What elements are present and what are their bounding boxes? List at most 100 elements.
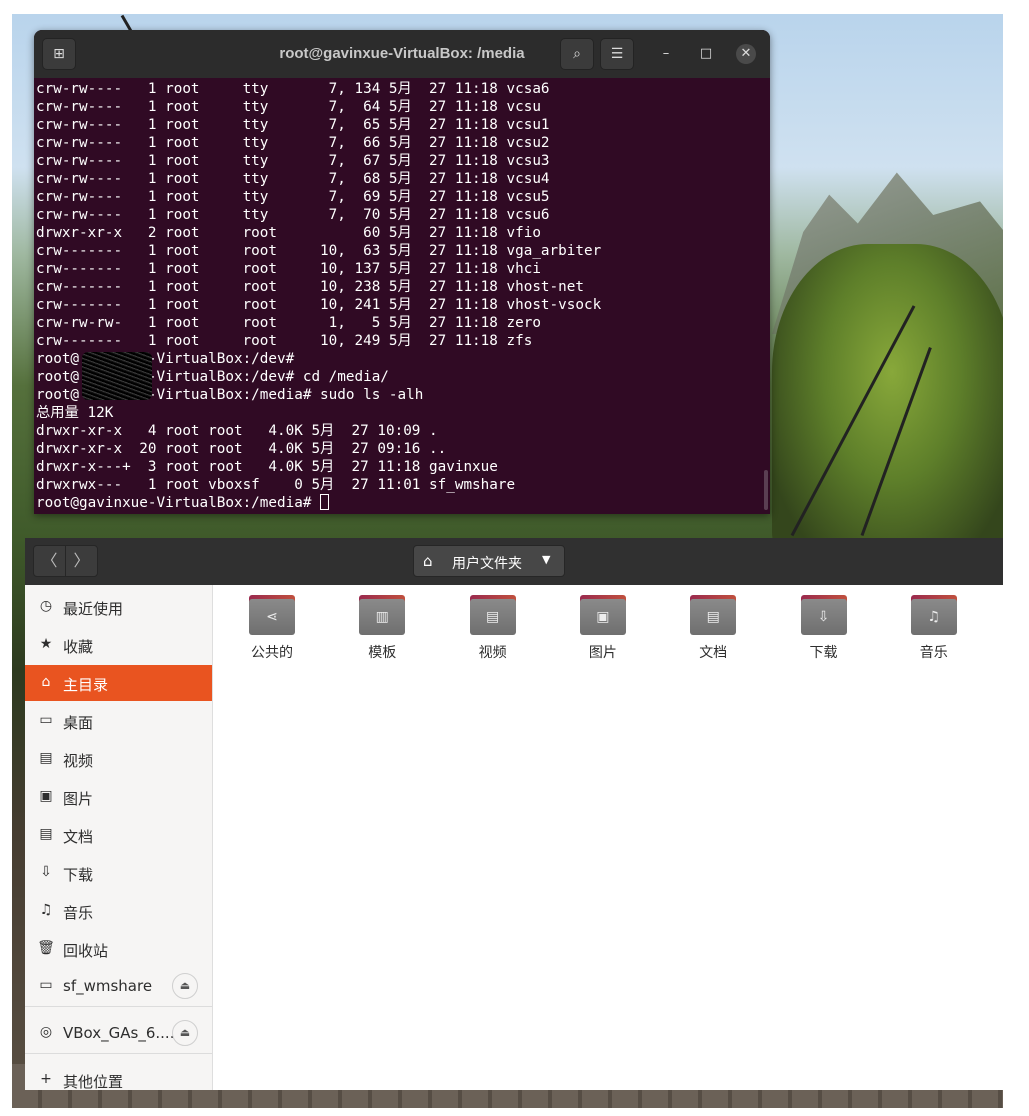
- eject-icon[interactable]: ⏏: [172, 973, 198, 999]
- path-bar-button[interactable]: ⌂ 用户文件夹 ▼: [413, 545, 565, 577]
- eject-icon[interactable]: ⏏: [172, 1020, 198, 1046]
- folder-view[interactable]: ⋖ 公共的 ▥ 模板 ▤ 视频 ▣ 图片 ▤ 文档 ⇩ 下载 ♫ 音乐: [213, 585, 1003, 1090]
- sidebar-item-desktop[interactable]: ▭ 桌面: [25, 703, 212, 739]
- sidebar-item-label: 音乐: [63, 904, 94, 922]
- terminal-line: 总用量 12K: [36, 405, 114, 421]
- redaction-scribble: [82, 352, 152, 400]
- sidebar-item-trash[interactable]: 🗑 回收站: [25, 931, 212, 967]
- folder-icon: ▥: [359, 595, 406, 635]
- terminal-output[interactable]: crw-rw---- 1 root tty 7, 134 5月 27 11:18…: [36, 80, 762, 514]
- sidebar-item-disc[interactable]: ◎ VBox_GAs_6.... ⏏: [25, 1015, 212, 1051]
- folder-item[interactable]: ⋖ 公共的: [227, 595, 317, 675]
- picture-icon: ▣: [39, 788, 53, 804]
- sidebar-item-document[interactable]: ▤ 文档: [25, 817, 212, 853]
- folder-icon: ▤: [690, 595, 737, 635]
- video-icon: ▤: [469, 599, 516, 635]
- search-icon[interactable]: ⌕: [560, 38, 594, 70]
- star-icon: ★: [39, 636, 53, 652]
- folder-item[interactable]: ▤ 视频: [448, 595, 538, 675]
- music-icon: ♫: [39, 902, 53, 918]
- folder-icon: ▣: [579, 595, 626, 635]
- home-icon: ⌂: [41, 674, 51, 690]
- terminal-line: drwxr-x---+ 3 root root 4.0K 5月 27 11:18…: [36, 459, 498, 475]
- sidebar-item-video[interactable]: ▤ 视频: [25, 741, 212, 777]
- file-manager-headerbar: 〈 〉 ⌂ 用户文件夹 ▼: [25, 538, 1003, 585]
- sidebar-item-label: 图片: [63, 790, 94, 808]
- picture-icon: ▣: [579, 599, 626, 635]
- folder-label: 视频: [478, 645, 507, 661]
- minimize-icon[interactable]: –: [656, 44, 676, 64]
- sidebar-item-label: 回收站: [63, 942, 109, 960]
- sidebar-separator: [25, 1006, 212, 1007]
- home-icon: ⌂: [423, 552, 433, 570]
- file-manager-window[interactable]: 〈 〉 ⌂ 用户文件夹 ▼ ◷ 最近使用 ★ 收藏 ⌂ 主目录 ▭ 桌面 ▤ 视频 ▣ 图片 ▤ 文档 ⇩ 下…: [25, 538, 1003, 1090]
- sidebar-item-label: 视频: [63, 752, 94, 770]
- download-icon: ⇩: [800, 599, 847, 635]
- folder-label: 图片: [588, 645, 617, 661]
- maximize-icon[interactable]: □: [696, 44, 716, 64]
- terminal-cursor: [320, 494, 330, 510]
- terminal-line: crw------- 1 root root 10, 63 5月 27 11:1…: [36, 243, 602, 259]
- folder-item[interactable]: ▣ 图片: [558, 595, 648, 675]
- terminal-line: crw-rw---- 1 root tty 7, 134 5月 27 11:18…: [36, 81, 550, 97]
- wallpaper-trees: [772, 244, 1003, 564]
- close-icon[interactable]: ✕: [736, 44, 756, 64]
- folder-icon: ⋖: [249, 595, 295, 635]
- terminal-line: crw------- 1 root root 10, 241 5月 27 11:…: [36, 297, 602, 313]
- terminal-line: drwxrwx--- 1 root vboxsf 0 5月 27 11:01 s…: [36, 477, 516, 493]
- hamburger-menu-icon[interactable]: ☰: [600, 38, 634, 70]
- terminal-window[interactable]: ⊞ root@gavinxue-VirtualBox: /media ⌕ ☰ –…: [34, 30, 770, 514]
- sidebar-item-music[interactable]: ♫ 音乐: [25, 893, 212, 929]
- terminal-prompt-line[interactable]: root@gavinxue-VirtualBox:/media#: [36, 494, 762, 512]
- share-icon: ⋖: [249, 599, 295, 635]
- document-icon: ▤: [39, 826, 53, 842]
- sidebar-item-download[interactable]: ⇩ 下载: [25, 855, 212, 891]
- terminal-titlebar[interactable]: ⊞ root@gavinxue-VirtualBox: /media ⌕ ☰ –…: [34, 30, 770, 78]
- sidebar-item-label: 桌面: [63, 714, 94, 732]
- sidebar-item-home[interactable]: ⌂ 主目录: [25, 665, 212, 701]
- folder-label: 音乐: [919, 645, 948, 661]
- folder-item[interactable]: ▤ 文档: [668, 595, 758, 675]
- sidebar-item-label: 最近使用: [63, 600, 124, 618]
- template-icon: ▥: [359, 599, 406, 635]
- folder-item[interactable]: ▥ 模板: [337, 595, 427, 675]
- terminal-line: crw-rw---- 1 root tty 7, 69 5月 27 11:18 …: [36, 189, 550, 205]
- desktop-icon: ▭: [39, 712, 53, 728]
- terminal-line: crw-rw---- 1 root tty 7, 65 5月 27 11:18 …: [36, 117, 550, 133]
- sidebar-item-picture[interactable]: ▣ 图片: [25, 779, 212, 815]
- terminal-line: crw-rw---- 1 root tty 7, 66 5月 27 11:18 …: [36, 135, 550, 151]
- folder-icon: ▤: [469, 595, 516, 635]
- download-icon: ⇩: [40, 864, 52, 880]
- folder-item[interactable]: ♫ 音乐: [889, 595, 979, 675]
- folder-label: 公共的: [251, 645, 293, 661]
- terminal-prompt: root@gavinxue-VirtualBox:/media#: [36, 495, 321, 511]
- trash-icon: 🗑: [37, 940, 55, 956]
- disc-icon: ◎: [39, 1024, 53, 1040]
- terminal-line: crw-rw---- 1 root tty 7, 67 5月 27 11:18 …: [36, 153, 550, 169]
- forward-button[interactable]: 〉: [65, 545, 98, 577]
- folder-label: 模板: [368, 645, 397, 661]
- document-icon: ▤: [690, 599, 737, 635]
- folder-label: 下载: [809, 645, 838, 661]
- terminal-line: crw-rw-rw- 1 root root 1, 5 5月 27 11:18 …: [36, 315, 541, 331]
- terminal-line: crw------- 1 root root 10, 249 5月 27 11:…: [36, 333, 533, 349]
- folder-icon: ♫: [910, 595, 957, 635]
- folder-item[interactable]: ⇩ 下载: [779, 595, 869, 675]
- sidebar-item-label: sf_wmshare: [63, 977, 153, 995]
- sidebar-item-label: 其他位置: [63, 1073, 124, 1090]
- music-icon: ♫: [910, 599, 957, 635]
- terminal-line: crw------- 1 root root 10, 238 5月 27 11:…: [36, 279, 584, 295]
- sidebar-item-drive[interactable]: ▭ sf_wmshare ⏏: [25, 968, 212, 1004]
- drive-icon: ▭: [39, 977, 53, 993]
- sidebar-item-star[interactable]: ★ 收藏: [25, 627, 212, 663]
- back-button[interactable]: 〈: [33, 545, 66, 577]
- terminal-scrollbar[interactable]: [764, 470, 768, 510]
- folder-icon: ⇩: [800, 595, 847, 635]
- sidebar-item-clock[interactable]: ◷ 最近使用: [25, 589, 212, 625]
- plus-icon: +: [40, 1071, 52, 1087]
- sidebar-separator: [25, 1053, 212, 1054]
- sidebar-item-label: 文档: [63, 828, 94, 846]
- chevron-down-icon: ▼: [542, 553, 551, 566]
- sidebar-item-plus[interactable]: + 其他位置: [25, 1062, 212, 1090]
- terminal-line: crw-rw---- 1 root tty 7, 68 5月 27 11:18 …: [36, 171, 550, 187]
